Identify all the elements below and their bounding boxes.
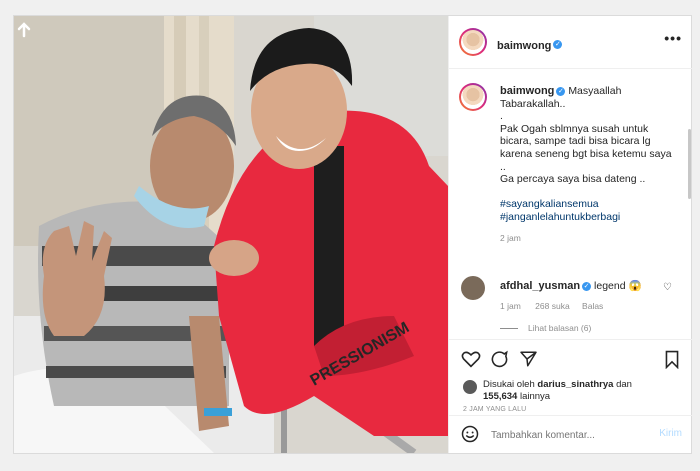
verified-icon: ✓: [556, 86, 566, 96]
post-panel: baimwong ✓ ••• baimwong ✓ Masyaallah Tabar…: [448, 16, 692, 453]
share-icon[interactable]: [519, 350, 538, 368]
caption-first-line: baimwong ✓ Masyaallah: [500, 85, 678, 98]
caption-line: Tabarakallah..: [500, 97, 566, 110]
comment-time: 1 jam: [500, 301, 521, 311]
replies-divider: [500, 328, 518, 330]
photo-illustration: PRESSIONISM: [14, 16, 448, 453]
hashtag-link[interactable]: #sayangkaliansemua: [500, 198, 678, 211]
heart-icon[interactable]: [461, 350, 481, 368]
commenter-avatar[interactable]: [461, 276, 485, 300]
more-options-icon[interactable]: •••: [664, 30, 682, 46]
caption-line: bicara, sampe tadi bisa bicara lg: [500, 135, 651, 148]
commenter-username[interactable]: afdhal_yusman: [500, 280, 580, 292]
caption-line: Pak Ogah sblmnya susah untuk: [500, 122, 649, 135]
caption-line: .: [500, 110, 503, 123]
comments-section: baimwong ✓ Masyaallah Tabarakallah.. . Pa…: [449, 69, 692, 339]
comment-emoji: 😱: [628, 280, 642, 292]
comment: afdhal_yusman ✓ legend 😱: [500, 279, 642, 292]
add-comment-bar: Kirim: [449, 415, 692, 454]
emoji-icon[interactable]: [461, 425, 479, 443]
verified-icon: ✓: [553, 40, 563, 50]
caption-username[interactable]: baimwong: [500, 85, 554, 97]
reply-button[interactable]: Balas: [582, 301, 603, 311]
likes-summary: Disukai oleh darius_sinathrya dan 155,63…: [483, 379, 663, 403]
caption-line: Ga percaya saya bisa dateng ..: [500, 173, 646, 186]
comment-likes[interactable]: 268 suka: [535, 301, 570, 311]
username-link[interactable]: baimwong: [497, 40, 551, 52]
caption-avatar[interactable]: [459, 83, 487, 111]
caption-time: 2 jam: [500, 232, 521, 243]
post-timestamp[interactable]: 2 JAM YANG LALU: [463, 406, 526, 413]
caption-text: Masyaallah: [568, 85, 622, 97]
post-card: PRESSIONISM baimwong ✓ ••• baimwong ✓ Ma…: [13, 15, 692, 454]
bookmark-icon[interactable]: [664, 350, 680, 369]
comment-text: legend: [594, 280, 626, 292]
comment-icon[interactable]: [490, 350, 509, 369]
caption-line: ..: [500, 160, 506, 173]
view-replies-button[interactable]: Lihat balasan (6): [500, 323, 591, 333]
comment-meta: 1 jam 268 suka Balas: [500, 301, 603, 311]
liker-username[interactable]: darius_sinathrya: [537, 379, 613, 390]
likes-prefix: Disukai oleh: [483, 379, 535, 390]
likes-count[interactable]: 155,634: [483, 391, 517, 402]
post-photo[interactable]: PRESSIONISM: [14, 16, 448, 453]
comment-input[interactable]: [489, 425, 643, 445]
avatar[interactable]: [459, 28, 487, 56]
post-comment-button[interactable]: Kirim: [659, 428, 682, 439]
verified-icon: ✓: [582, 281, 592, 291]
post-header: baimwong ✓ •••: [449, 16, 692, 69]
comments-scrollbar[interactable]: [688, 129, 691, 199]
liker-avatar[interactable]: [463, 380, 477, 394]
caption: baimwong ✓ Masyaallah Tabarakallah.. . Pa…: [500, 85, 678, 244]
actions-section: Disukai oleh darius_sinathrya dan 155,63…: [449, 339, 692, 416]
likes-suffix: lainnya: [519, 391, 551, 402]
likes-joiner: dan: [616, 379, 632, 390]
comment-like-heart-icon[interactable]: ♡: [663, 282, 672, 293]
caption-line: karena seneng bgt bisa ketemu saya: [500, 147, 672, 160]
hashtag-link[interactable]: #janganlelahuntukberbagi: [500, 211, 678, 224]
view-replies-label: Lihat balasan (6): [528, 323, 592, 333]
header-user: baimwong ✓: [497, 36, 563, 54]
